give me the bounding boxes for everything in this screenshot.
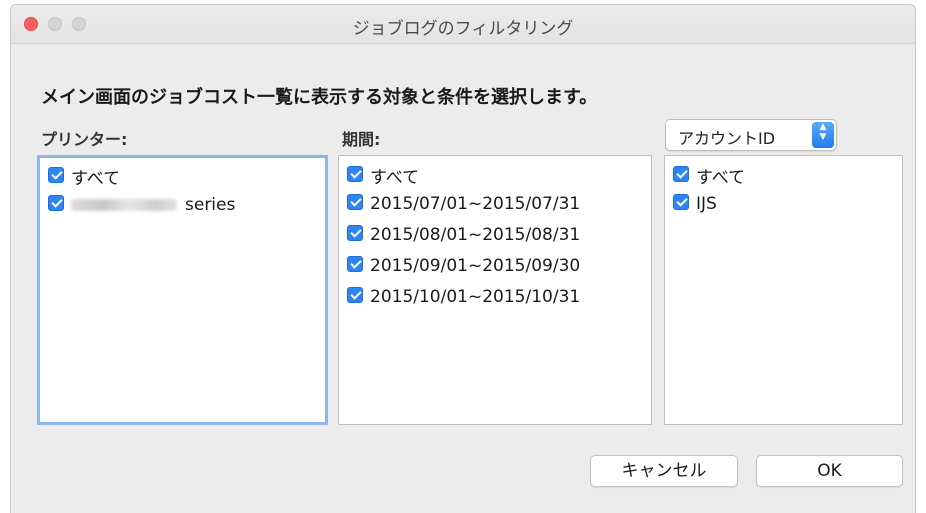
checkbox-checked[interactable]	[48, 166, 64, 183]
chevron-updown-icon: ▲ ▼	[812, 122, 834, 148]
window-title: ジョブログのフィルタリング	[352, 19, 574, 39]
checkbox-checked[interactable]	[347, 225, 363, 241]
ok-button[interactable]: OK	[756, 455, 903, 487]
account-item-ijs[interactable]: IJS	[673, 194, 717, 218]
period-item[interactable]: すべて	[347, 163, 419, 188]
period-list[interactable]: すべて 2015/07/01~2015/07/31 2015/08/01~201…	[338, 155, 652, 425]
printer-list[interactable]: すべて series	[37, 155, 328, 425]
period-item[interactable]: 2015/10/01~2015/10/31	[347, 287, 580, 311]
checkbox-checked[interactable]	[347, 287, 363, 303]
account-item-all[interactable]: すべて	[673, 163, 745, 188]
period-item[interactable]: 2015/08/01~2015/08/31	[347, 225, 580, 249]
period-label: 期間:	[342, 130, 381, 149]
redacted-model-name	[71, 199, 177, 211]
period-item[interactable]: 2015/07/01~2015/07/31	[347, 194, 580, 218]
filter-type-select[interactable]: アカウントID ▲ ▼	[665, 119, 837, 151]
printer-label: プリンター:	[41, 130, 128, 149]
period-item[interactable]: 2015/09/01~2015/09/30	[347, 256, 580, 280]
printer-item-series[interactable]: series	[48, 195, 235, 219]
checkbox-checked[interactable]	[347, 194, 363, 210]
cancel-button[interactable]: キャンセル	[590, 455, 738, 487]
checkbox-checked[interactable]	[347, 256, 363, 272]
checkbox-checked[interactable]	[673, 194, 689, 210]
checkbox-checked[interactable]	[673, 165, 689, 182]
account-list[interactable]: すべて IJS	[664, 155, 903, 425]
checkbox-checked[interactable]	[48, 195, 64, 211]
title-bar: ジョブログのフィルタリング	[11, 5, 915, 44]
printer-item-all[interactable]: すべて	[48, 164, 120, 189]
filter-dialog: ジョブログのフィルタリング メイン画面のジョブコスト一覧に表示する対象と条件を選…	[10, 4, 916, 513]
checkbox-checked[interactable]	[347, 165, 363, 182]
instruction-text: メイン画面のジョブコスト一覧に表示する対象と条件を選択します。	[41, 87, 598, 108]
filter-type-value: アカウントID	[678, 129, 776, 148]
